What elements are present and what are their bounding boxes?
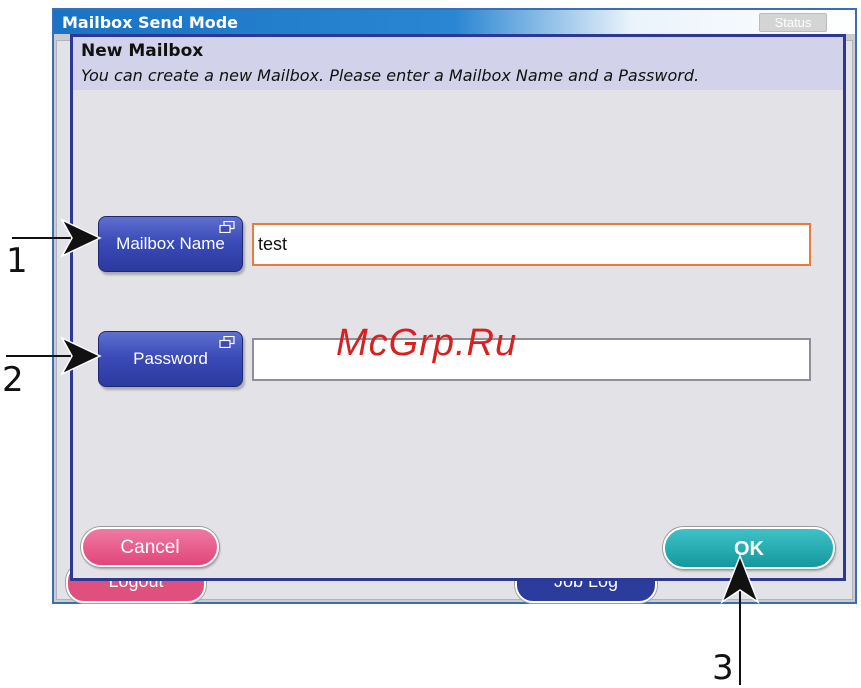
callout-number-3: 3 (712, 648, 734, 688)
window-icon (219, 336, 235, 348)
dialog-title: New Mailbox (81, 41, 204, 61)
window-titlebar: Mailbox Send Mode Status (54, 10, 855, 34)
watermark: McGrp.Ru (336, 322, 518, 364)
mailbox-name-button-label: Mailbox Name (116, 234, 225, 253)
status-button[interactable]: Status (759, 13, 827, 32)
window-title: Mailbox Send Mode (62, 13, 239, 32)
dialog-header: New Mailbox You can create a new Mailbox… (73, 37, 843, 90)
mailbox-name-button[interactable]: Mailbox Name (98, 216, 243, 272)
ok-button[interactable]: OK (663, 527, 835, 569)
password-button[interactable]: Password (98, 331, 243, 387)
new-mailbox-dialog: New Mailbox You can create a new Mailbox… (70, 34, 846, 581)
cancel-button[interactable]: Cancel (81, 527, 219, 567)
mailbox-name-field[interactable]: test (252, 223, 811, 266)
password-button-label: Password (133, 349, 208, 368)
callout-number-2: 2 (2, 360, 24, 400)
dialog-instructions: You can create a new Mailbox. Please ent… (81, 66, 700, 85)
callout-number-1: 1 (6, 241, 28, 281)
window-icon (219, 221, 235, 233)
